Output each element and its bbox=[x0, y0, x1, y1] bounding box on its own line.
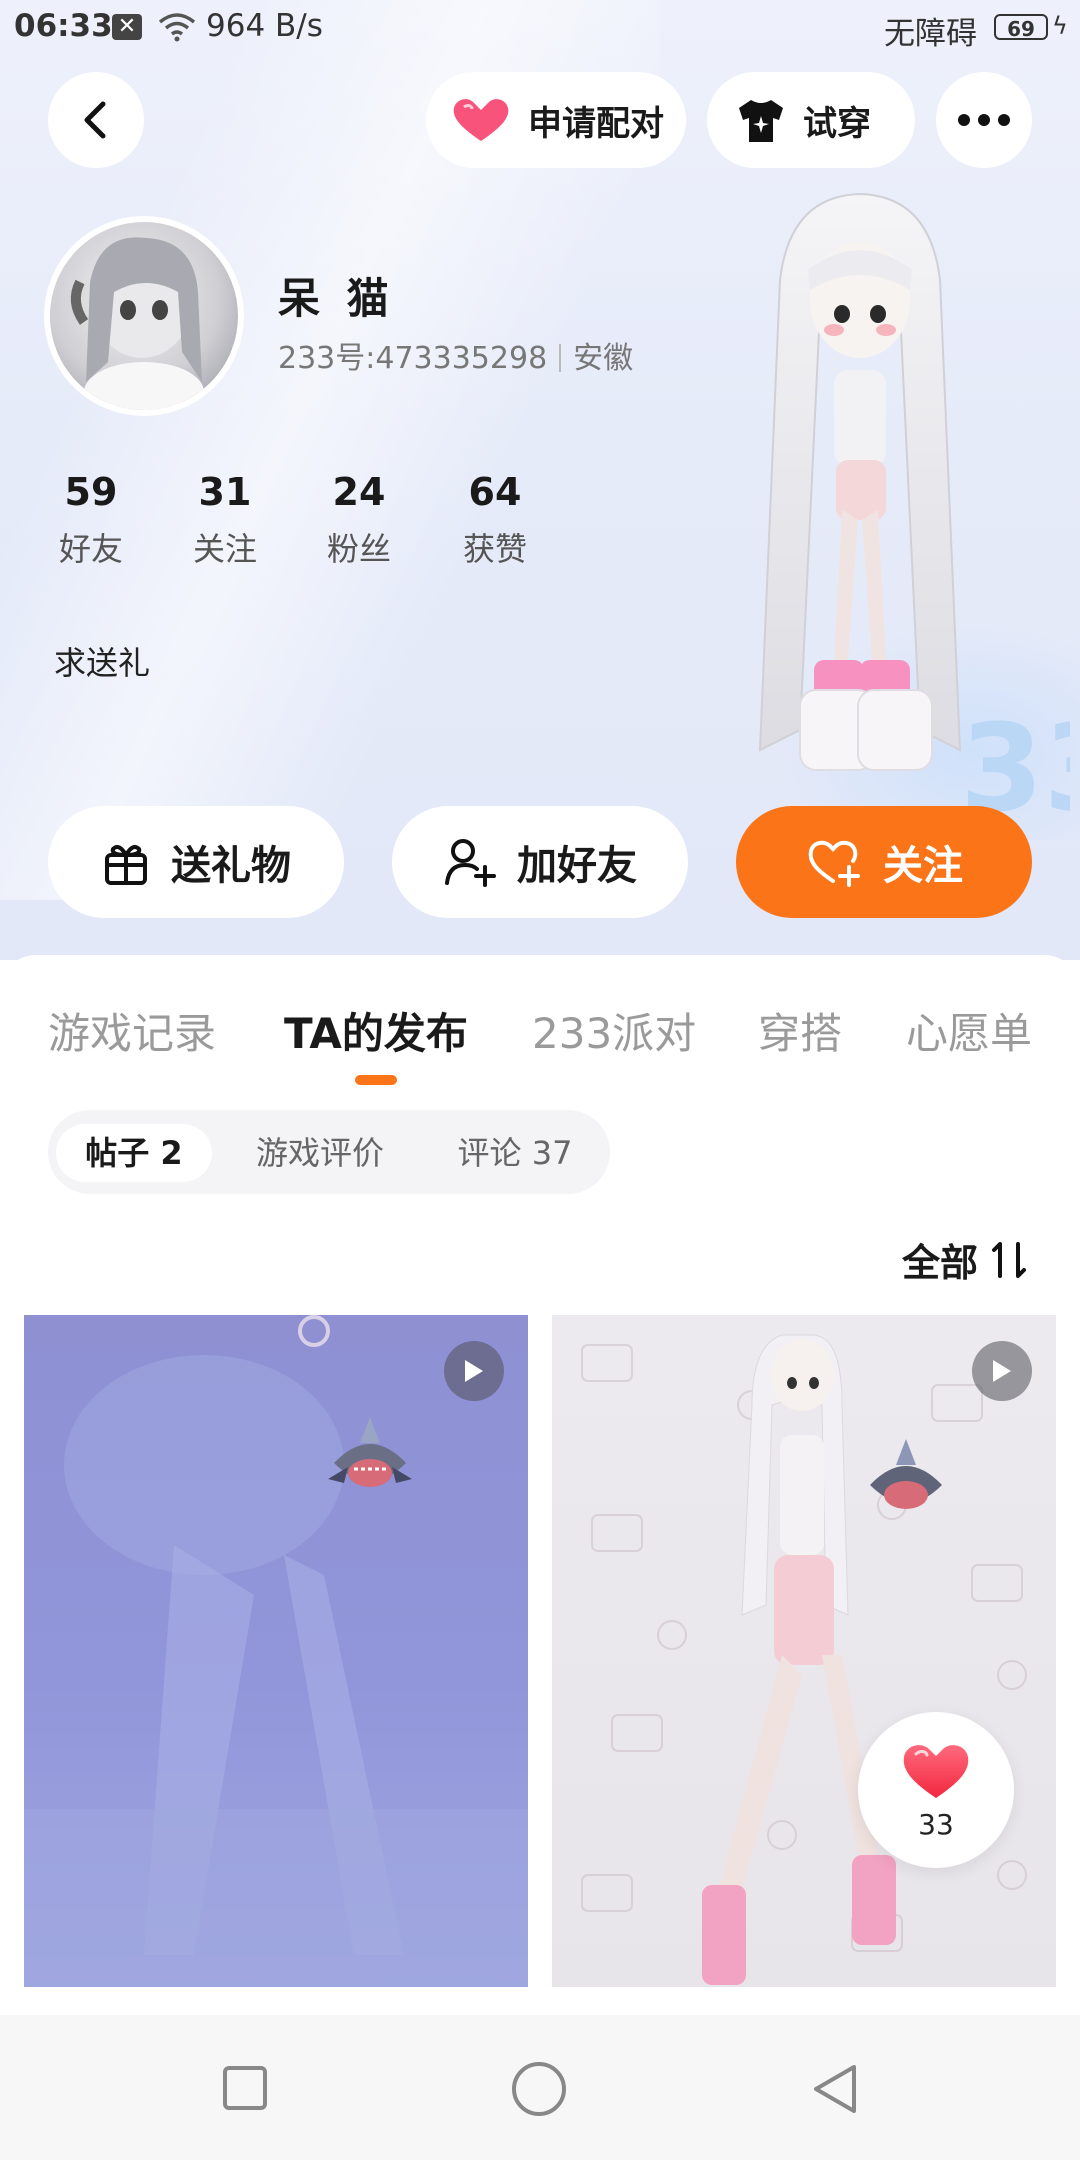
add-user-icon bbox=[445, 839, 496, 887]
id-region-divider bbox=[559, 344, 562, 372]
more-options-button[interactable] bbox=[936, 72, 1032, 168]
home-icon[interactable] bbox=[511, 2061, 567, 2117]
subtab-posts[interactable]: 帖子 2 bbox=[56, 1124, 212, 1182]
send-gift-button[interactable]: 送礼物 bbox=[48, 806, 344, 918]
stat-following[interactable]: 31 关注 bbox=[170, 470, 280, 570]
status-bar: 06:33 ✕ 964 B/s 无障碍 69 ϟ bbox=[0, 0, 1080, 56]
avatar[interactable] bbox=[44, 216, 244, 416]
sort-label: 全部 bbox=[902, 1241, 979, 1285]
try-on-label: 试穿 bbox=[803, 103, 871, 144]
chevron-left-icon bbox=[84, 101, 106, 139]
profile-name: 呆 猫 bbox=[278, 274, 395, 323]
stat-fans[interactable]: 24 粉丝 bbox=[304, 470, 414, 570]
back-nav-icon[interactable] bbox=[810, 2063, 858, 2115]
stat-label: 好友 bbox=[58, 530, 123, 568]
pair-request-button[interactable]: 申请配对 bbox=[426, 72, 686, 168]
video-play-button[interactable] bbox=[972, 1341, 1032, 1401]
stat-likes[interactable]: 64 获赞 bbox=[440, 470, 550, 570]
add-friend-label: 加好友 bbox=[517, 843, 637, 889]
status-time: 06:33 bbox=[14, 8, 113, 44]
stat-friends[interactable]: 59 好友 bbox=[36, 470, 146, 570]
tab-posts[interactable]: TA的发布 bbox=[284, 1000, 468, 1061]
follow-label: 关注 bbox=[883, 843, 963, 889]
tab-party[interactable]: 233派对 bbox=[532, 1000, 696, 1061]
pair-request-label: 申请配对 bbox=[528, 103, 664, 144]
avatar-character-figure[interactable] bbox=[730, 190, 990, 810]
more-dots-icon bbox=[958, 114, 1010, 126]
play-icon bbox=[993, 1360, 1011, 1382]
profile-bio: 求送礼 bbox=[54, 644, 151, 682]
send-gift-label: 送礼物 bbox=[171, 843, 291, 889]
tab-wishlist[interactable]: 心愿单 bbox=[906, 1000, 1032, 1061]
network-speed: 964 B/s bbox=[206, 8, 323, 44]
play-icon bbox=[465, 1360, 483, 1382]
add-friend-button[interactable]: 加好友 bbox=[392, 806, 688, 918]
sort-filter-button[interactable]: 全部 bbox=[902, 1232, 1036, 1287]
stat-label: 粉丝 bbox=[326, 530, 391, 568]
stat-value: 31 bbox=[198, 470, 252, 514]
battery-indicator: 69 bbox=[994, 14, 1048, 41]
profile-uid: 233号:473335298 bbox=[278, 341, 548, 376]
like-count: 33 bbox=[918, 1807, 954, 1841]
back-button[interactable] bbox=[48, 72, 144, 168]
profile-region: 安徽 bbox=[573, 341, 634, 376]
tshirt-icon bbox=[739, 100, 783, 142]
stat-value: 59 bbox=[64, 470, 118, 514]
heart-plus-icon bbox=[808, 840, 860, 887]
tab-outfits[interactable]: 穿搭 bbox=[758, 1000, 842, 1061]
sort-icon bbox=[992, 1241, 1027, 1278]
try-on-button[interactable]: 试穿 bbox=[707, 72, 915, 168]
stat-value: 24 bbox=[332, 470, 386, 514]
post-card[interactable]: 33 bbox=[552, 1315, 1056, 1987]
like-button[interactable]: 33 bbox=[858, 1712, 1014, 1868]
avatar-image bbox=[70, 237, 204, 410]
system-navigation-bar bbox=[0, 2015, 1080, 2160]
profile-id-row: 233号:473335298 安徽 bbox=[278, 333, 633, 377]
post-card[interactable] bbox=[24, 1315, 528, 1987]
post-thumbnail bbox=[24, 1315, 528, 1987]
subtab-game-reviews[interactable]: 游戏评价 bbox=[236, 1124, 404, 1182]
subtab-comments[interactable]: 评论 37 bbox=[438, 1124, 592, 1182]
heart-icon bbox=[903, 1744, 969, 1798]
charging-icon: ϟ bbox=[1052, 12, 1068, 40]
video-play-button[interactable] bbox=[444, 1341, 504, 1401]
stat-value: 64 bbox=[468, 470, 522, 514]
stat-label: 关注 bbox=[192, 530, 257, 568]
notification-x-icon: ✕ bbox=[112, 14, 142, 40]
wifi-icon bbox=[158, 13, 196, 42]
follow-button[interactable]: 关注 bbox=[736, 806, 1032, 918]
accessibility-label: 无障碍 bbox=[884, 16, 977, 52]
tab-game-records[interactable]: 游戏记录 bbox=[48, 1000, 216, 1061]
recent-apps-icon[interactable] bbox=[222, 2065, 268, 2111]
gift-icon bbox=[105, 845, 147, 885]
heart-icon bbox=[453, 99, 509, 141]
stat-label: 获赞 bbox=[462, 530, 527, 568]
post-thumbnail bbox=[581, 1334, 1027, 1985]
active-tab-indicator bbox=[355, 1075, 397, 1085]
